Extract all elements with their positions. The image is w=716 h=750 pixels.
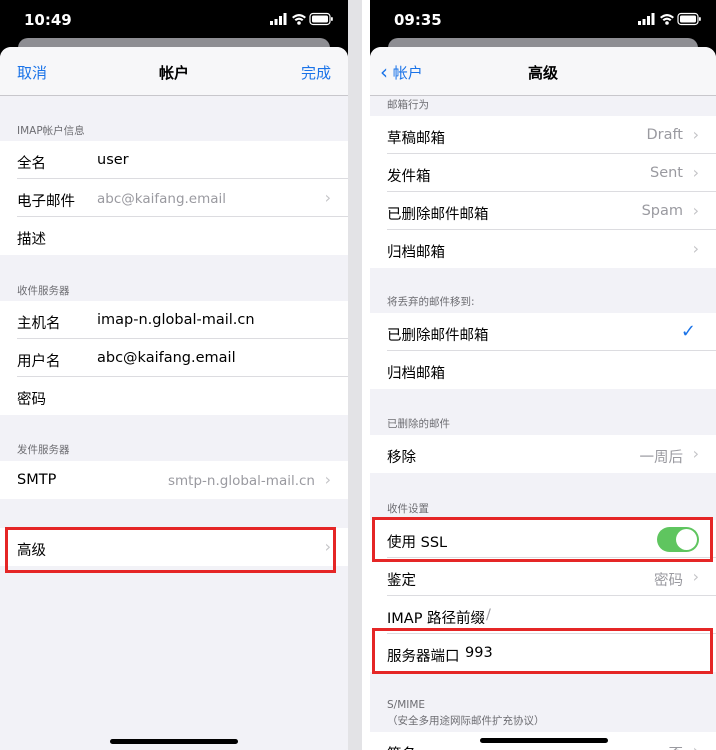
- status-bar: 10:49: [0, 0, 348, 38]
- section-header-incoming: 收件服务器: [17, 285, 70, 297]
- wifi-icon: [292, 14, 306, 25]
- section-header-mailbox-behavior: 邮箱行为: [387, 99, 429, 111]
- sent-value: Sent: [649, 165, 683, 181]
- hostname-row[interactable]: 主机名 imap-n.global-mail.cn: [0, 301, 348, 339]
- highlight-advanced: [5, 527, 336, 573]
- smime-subtitle: （安全多用途网际邮件扩充协议）: [387, 715, 545, 727]
- signal-icon: [270, 13, 287, 25]
- deleted-mailbox-row[interactable]: 已删除邮件邮箱 Spam ›: [370, 192, 716, 230]
- auth-value: 密码: [654, 573, 683, 589]
- description-row[interactable]: 描述: [0, 217, 348, 255]
- sent-label: 发件箱: [387, 169, 431, 185]
- section-header-move-discarded: 将丢弃的邮件移到:: [387, 296, 475, 308]
- archive-label: 归档邮箱: [387, 245, 445, 261]
- hostname-label: 主机名: [17, 316, 61, 332]
- page-title: 高级: [527, 64, 558, 82]
- authentication-row[interactable]: 鉴定 密码 ›: [370, 558, 716, 596]
- highlight-port: [372, 628, 713, 674]
- email-row[interactable]: 电子邮件 abc@kaifang.email ›: [0, 179, 348, 217]
- hostname-value[interactable]: imap-n.global-mail.cn: [97, 312, 255, 328]
- chevron-right-icon: ›: [324, 470, 331, 489]
- archive-mailbox-row[interactable]: 归档邮箱 ›: [370, 230, 716, 268]
- section-header-outgoing: 发件服务器: [17, 444, 70, 456]
- home-indicator: [110, 739, 238, 744]
- drafts-label: 草稿邮箱: [387, 131, 445, 147]
- chevron-right-icon: ›: [692, 125, 699, 144]
- section-header-incoming-settings: 收件设置: [387, 503, 429, 515]
- sign-value: 否: [669, 743, 684, 750]
- deleted-value: Spam: [641, 203, 683, 219]
- email-label: 电子邮件: [17, 194, 75, 210]
- status-bar: 09:35: [370, 0, 716, 38]
- section-header-deleted-mail: 已删除的邮件: [387, 418, 450, 430]
- status-icons: [638, 12, 701, 26]
- move-deleted-label: 已删除邮件邮箱: [387, 328, 489, 344]
- signal-icon: [638, 13, 655, 25]
- email-value: abc@kaifang.email: [97, 191, 227, 207]
- chevron-right-icon: ›: [692, 163, 699, 182]
- sent-mailbox-row[interactable]: 发件箱 Sent ›: [370, 154, 716, 192]
- remove-row[interactable]: 移除 一周后 ›: [370, 435, 716, 473]
- status-icons: [270, 12, 333, 26]
- username-row[interactable]: 用户名 abc@kaifang.email: [0, 339, 348, 377]
- highlight-ssl: [372, 517, 713, 562]
- sign-label: 签名: [387, 743, 416, 750]
- checkmark-icon: ✓: [680, 321, 696, 342]
- chevron-right-icon: ›: [692, 444, 699, 463]
- page-title: 帐户: [158, 64, 189, 82]
- description-label: 描述: [17, 232, 46, 248]
- smtp-value: smtp-n.global-mail.cn: [167, 473, 315, 489]
- nav-bar: 取消 帐户 完成: [0, 47, 348, 96]
- battery-icon: [309, 12, 333, 26]
- divider: [348, 0, 370, 750]
- chevron-right-icon: ›: [324, 188, 331, 207]
- chevron-right-icon: ›: [692, 567, 699, 586]
- drafts-mailbox-row[interactable]: 草稿邮箱 Draft ›: [370, 116, 716, 154]
- chevron-right-icon: ›: [692, 239, 699, 258]
- move-to-archive-row[interactable]: 归档邮箱: [370, 351, 716, 389]
- home-indicator: [480, 738, 608, 743]
- drafts-value: Draft: [646, 127, 683, 143]
- section-header-imap: IMAP帐户信息: [17, 125, 85, 137]
- smtp-label: SMTP: [17, 472, 57, 488]
- battery-icon: [677, 12, 701, 26]
- username-label: 用户名: [17, 354, 61, 370]
- move-to-deleted-row[interactable]: 已删除邮件邮箱 ✓: [370, 313, 716, 351]
- name-row[interactable]: 全名 user: [0, 141, 348, 179]
- name-value[interactable]: user: [97, 152, 129, 168]
- status-time: 09:35: [394, 11, 442, 29]
- prefix-value[interactable]: /: [486, 607, 491, 623]
- done-button[interactable]: 完成: [301, 62, 331, 83]
- password-row[interactable]: 密码: [0, 377, 348, 415]
- account-sheet: 取消 帐户 完成 IMAP帐户信息 全名 user 电子邮件 abc@kaifa…: [0, 47, 348, 750]
- status-time: 10:49: [24, 11, 72, 29]
- chevron-right-icon: ›: [692, 201, 699, 220]
- username-value[interactable]: abc@kaifang.email: [97, 350, 236, 366]
- prefix-label: IMAP 路径前缀: [387, 611, 486, 627]
- deleted-label: 已删除邮件邮箱: [387, 207, 489, 223]
- wifi-icon: [660, 14, 674, 25]
- remove-value: 一周后: [639, 450, 684, 466]
- right-phone-screen: 09:35 ‹ 帐户 高级 邮箱行为 草稿邮箱 Draft › 发件箱 Sent…: [370, 0, 716, 750]
- nav-bar: ‹ 帐户 高级: [370, 47, 716, 96]
- auth-label: 鉴定: [387, 573, 416, 589]
- smtp-row[interactable]: SMTP smtp-n.global-mail.cn ›: [0, 461, 348, 499]
- section-header-smime: S/MIME: [387, 699, 426, 711]
- remove-label: 移除: [387, 450, 416, 466]
- move-archive-label: 归档邮箱: [387, 366, 445, 382]
- name-label: 全名: [17, 156, 46, 172]
- password-label: 密码: [17, 392, 46, 408]
- left-phone-screen: 10:49 取消 帐户 完成 IMAP帐户信息 全名 user 电子邮件 abc…: [0, 0, 348, 750]
- chevron-right-icon: ›: [693, 743, 699, 750]
